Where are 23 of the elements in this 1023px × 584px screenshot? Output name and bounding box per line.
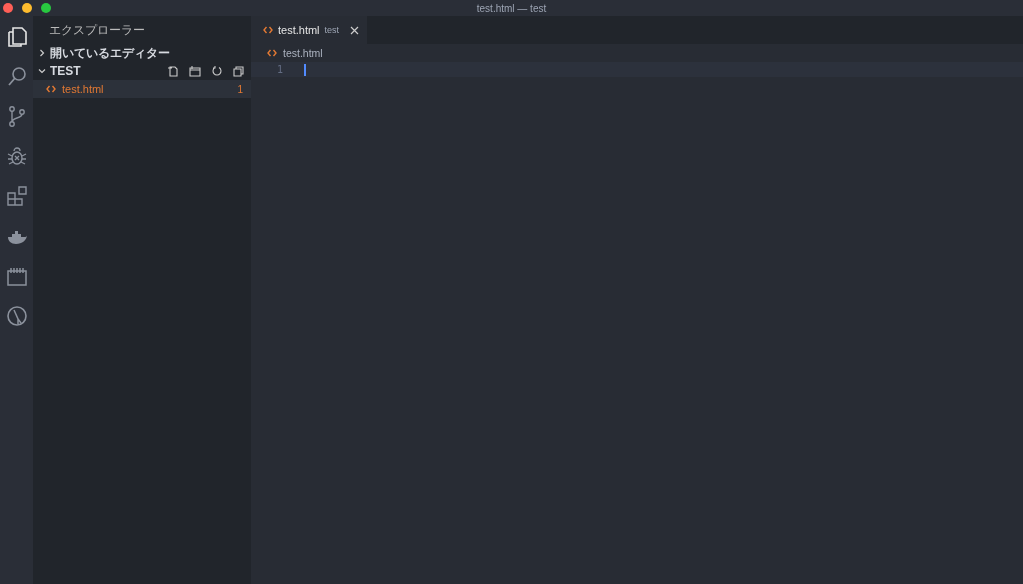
close-icon[interactable] [350,25,360,35]
zoom-button[interactable] [41,3,51,13]
new-folder-icon[interactable] [189,65,201,77]
section-header[interactable]: 開いているエディター [33,44,251,62]
sidebar-title: エクスプローラー [49,21,145,39]
breadcrumb[interactable]: test.html [251,44,1023,62]
code-icon [267,49,277,57]
chevron-icon [38,67,46,75]
editor-tab[interactable]: test.html test [251,16,368,44]
line-number: 1 [275,64,283,75]
minimize-button[interactable] [22,3,32,13]
blocks-icon[interactable] [4,184,29,208]
new-file-icon[interactable] [167,65,179,77]
refresh-icon[interactable] [211,65,223,77]
window-title: test.html — test [476,2,547,14]
collapse-icon[interactable] [233,65,245,77]
chevron-icon [38,49,46,57]
code-icon [263,26,273,34]
section-header[interactable]: TEST [33,62,251,80]
close-button[interactable] [3,3,13,13]
file-item[interactable]: test.html 1 [33,80,251,98]
code-icon [46,85,56,93]
text-cursor [304,63,306,76]
